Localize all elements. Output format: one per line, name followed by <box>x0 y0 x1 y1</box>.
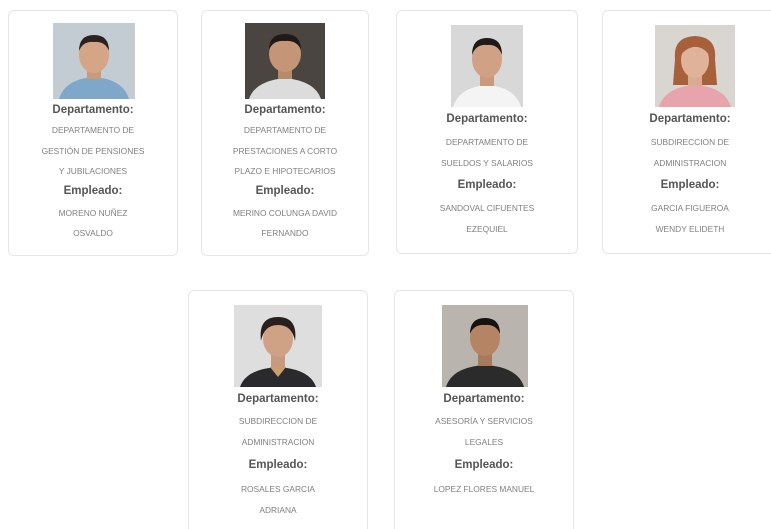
employee-value: MERINO COLUNGA DAVID <box>232 208 338 218</box>
employee-value: OSVALDO <box>73 228 113 238</box>
staff-directory: Departamento: DEPARTAMENTO DE GESTIÓN DE… <box>0 0 771 529</box>
employee-value: MORENO NUÑEZ <box>58 208 128 218</box>
department-label: Departamento: <box>52 104 134 116</box>
employee-value: FERNANDO <box>261 228 309 238</box>
employee-value: WENDY ELIDETH <box>655 224 725 234</box>
department-value: LEGALES <box>464 437 504 447</box>
department-value: ADMINISTRACION <box>241 437 315 447</box>
department-value: PRESTACIONES A CORTO <box>232 146 338 156</box>
employee-value: SANDOVAL CIFUENTES <box>439 203 535 213</box>
department-value: SUELDOS Y SALARIOS <box>441 158 533 168</box>
department-label: Departamento: <box>237 393 319 405</box>
employee-label: Empleado: <box>63 185 123 197</box>
department-label: Departamento: <box>443 393 525 405</box>
employee-label: Empleado: <box>457 179 517 191</box>
department-value: SUBDIRECCION DE <box>650 137 730 147</box>
department-value: DEPARTAMENTO DE <box>445 137 529 147</box>
employee-photo <box>234 305 322 387</box>
employee-photo <box>53 23 135 99</box>
employee-value: ADRIANA <box>259 505 297 515</box>
employee-card: Departamento: ASESORÍA Y SERVICIOS LEGAL… <box>394 290 574 529</box>
department-value: ASESORÍA Y SERVICIOS <box>435 416 533 426</box>
department-value: DEPARTAMENTO DE <box>51 125 135 135</box>
employee-value: ROSALES GARCIA <box>240 484 315 494</box>
department-value: GESTIÓN DE PENSIONES <box>41 146 145 156</box>
employee-value: GARCIA FIGUEROA <box>651 203 729 213</box>
employee-photo <box>442 305 528 387</box>
employee-label: Empleado: <box>660 179 720 191</box>
department-value: SUBDIRECCION DE <box>238 416 318 426</box>
employee-label: Empleado: <box>454 459 514 471</box>
employee-card: Departamento: DEPARTAMENTO DE GESTIÓN DE… <box>8 10 178 256</box>
employee-label: Empleado: <box>248 459 308 471</box>
employee-card: Departamento: DEPARTAMENTO DE PRESTACION… <box>201 10 369 256</box>
department-value: ADMINISTRACION <box>653 158 727 168</box>
employee-label: Empleado: <box>255 185 315 197</box>
department-value: PLAZO E HIPOTECARIOS <box>234 166 336 176</box>
department-value: DEPARTAMENTO DE <box>243 125 327 135</box>
employee-card: Departamento: DEPARTAMENTO DE SUELDOS Y … <box>396 10 578 254</box>
employee-photo <box>451 25 523 107</box>
department-label: Departamento: <box>446 113 528 125</box>
employee-value: EZEQUIEL <box>466 224 508 234</box>
employee-card: Departamento: SUBDIRECCION DE ADMINISTRA… <box>188 290 368 529</box>
employee-card: Departamento: SUBDIRECCION DE ADMINISTRA… <box>602 10 771 254</box>
employee-photo <box>655 25 735 107</box>
department-label: Departamento: <box>649 113 731 125</box>
employee-photo <box>245 23 325 99</box>
employee-value: LOPEZ FLORES MANUEL <box>433 484 535 494</box>
department-value: Y JUBILACIONES <box>58 166 128 176</box>
department-label: Departamento: <box>244 104 326 116</box>
